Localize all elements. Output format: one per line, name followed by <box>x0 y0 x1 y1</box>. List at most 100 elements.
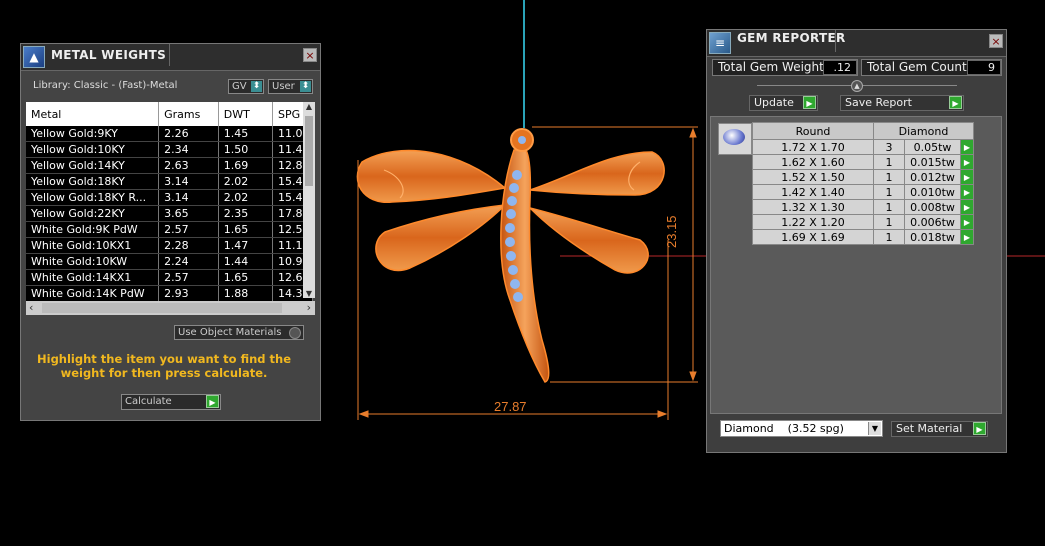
play-arrow-icon[interactable]: ▶ <box>960 199 974 215</box>
table-row[interactable]: Yellow Gold:10KY 2.34 1.50 11.45 <box>26 141 313 158</box>
gem-row[interactable]: 1.22 X 1.20 1 0.006tw ▶ <box>752 214 974 230</box>
play-arrow-icon[interactable]: ▶ <box>960 214 974 230</box>
gem-cell: 0.006tw <box>904 214 961 230</box>
table-cell: 1.45 <box>218 126 274 142</box>
play-arrow-icon[interactable]: ▶ <box>960 139 974 155</box>
scroll-down-icon[interactable]: ▼ <box>303 289 315 298</box>
set-material-button[interactable]: Set Material ▶ <box>891 421 988 437</box>
table-cell: 3.14 <box>158 173 219 190</box>
table-cell: 2.26 <box>158 126 219 142</box>
material-select[interactable]: Diamond (3.52 spg) ▼ <box>720 420 883 437</box>
play-arrow-icon[interactable]: ▶ <box>960 229 974 245</box>
play-arrow-icon[interactable]: ▶ <box>960 154 974 170</box>
close-icon[interactable]: × <box>303 48 317 62</box>
table-cell: White Gold:14K PdW <box>26 285 160 302</box>
dragonfly-model[interactable] <box>356 128 665 383</box>
table-cell: 2.02 <box>218 189 274 206</box>
scroll-left-icon[interactable]: ‹ <box>29 301 33 314</box>
total-gem-weight-value: .12 <box>823 60 857 75</box>
metal-weights-titlebar[interactable]: ▲ METAL WEIGHTS × <box>21 44 320 71</box>
column-header-round[interactable]: Round <box>752 122 874 140</box>
table-row[interactable]: White Gold:10KW 2.24 1.44 10.99 <box>26 253 313 270</box>
use-object-materials-toggle[interactable]: Use Object Materials <box>174 325 304 340</box>
table-cell: Yellow Gold:9KY <box>26 126 160 142</box>
table-cell: White Gold:9K PdW <box>26 221 160 238</box>
table-row[interactable]: Yellow Gold:18KY 3.14 2.02 15.41 <box>26 173 313 190</box>
column-header-grams[interactable]: Grams <box>158 102 219 126</box>
gem-cell: 0.008tw <box>904 199 961 215</box>
update-button[interactable]: Update ▶ <box>749 95 818 111</box>
table-cell: Yellow Gold:14KY <box>26 157 160 174</box>
table-cell: 1.65 <box>218 221 274 238</box>
scroll-thumb[interactable] <box>305 116 313 186</box>
gem-reporter-title: GEM REPORTER <box>737 31 846 45</box>
gem-reporter-titlebar[interactable]: ≡ GEM REPORTER × <box>707 30 1006 57</box>
column-header-metal[interactable]: Metal <box>26 102 160 126</box>
dropdown-icon: ⬍ <box>300 81 311 92</box>
gem-cell: 0.05tw <box>904 139 961 155</box>
table-row[interactable]: White Gold:14K PdW 2.93 1.88 14.37 <box>26 285 313 302</box>
gem-row[interactable]: 1.42 X 1.40 1 0.010tw ▶ <box>752 184 974 200</box>
table-cell: Yellow Gold:18KY R... <box>26 189 160 206</box>
gem-cell: 1.69 X 1.69 <box>752 229 874 245</box>
table-cell: 1.65 <box>218 269 274 286</box>
table-row[interactable]: Yellow Gold:22KY 3.65 2.35 17.89 <box>26 205 313 222</box>
gem-shape-icon[interactable] <box>718 123 752 155</box>
table-cell: 2.34 <box>158 141 219 158</box>
gem-cell: 0.018tw <box>904 229 961 245</box>
gem-row[interactable]: 1.32 X 1.30 1 0.008tw ▶ <box>752 199 974 215</box>
table-cell: White Gold:10KW <box>26 253 160 270</box>
height-dimension-label: 23.15 <box>664 215 679 248</box>
table-cell: Yellow Gold:18KY <box>26 173 160 190</box>
table-row[interactable]: White Gold:9K PdW 2.57 1.65 12.59 <box>26 221 313 238</box>
gem-row[interactable]: 1.62 X 1.60 1 0.015tw ▶ <box>752 154 974 170</box>
gem-cell: 1.22 X 1.20 <box>752 214 874 230</box>
gem-row[interactable]: 1.72 X 1.70 3 0.05tw ▶ <box>752 139 974 155</box>
column-header-dwt[interactable]: DWT <box>218 102 274 126</box>
collapse-toggle-icon[interactable]: ▲ <box>851 80 863 92</box>
gem-cell: 1.62 X 1.60 <box>752 154 874 170</box>
hscroll-thumb[interactable] <box>42 303 282 313</box>
table-row[interactable]: White Gold:14KX1 2.57 1.65 12.63 <box>26 269 313 286</box>
gem-row[interactable]: 1.52 X 1.50 1 0.012tw ▶ <box>752 169 974 185</box>
gem-table[interactable]: Round Diamond 1.72 X 1.70 3 0.05tw ▶ 1.62 X … <box>752 122 974 245</box>
library-label: Library: Classic - (Fast)-Metal <box>33 80 178 91</box>
calculate-button[interactable]: Calculate ▶ <box>121 394 221 410</box>
metal-weights-panel: ▲ METAL WEIGHTS × Library: Classic - (Fa… <box>20 43 321 421</box>
table-cell: 2.63 <box>158 157 219 174</box>
play-arrow-icon: ▶ <box>973 422 986 435</box>
user-dropdown[interactable]: User ⬍ <box>268 79 313 94</box>
table-cell: White Gold:14KX1 <box>26 269 160 286</box>
gem-row[interactable]: 1.69 X 1.69 1 0.018tw ▶ <box>752 229 974 245</box>
column-header-diamond[interactable]: Diamond <box>873 122 974 140</box>
table-cell: 3.14 <box>158 189 219 206</box>
table-cell: 2.57 <box>158 221 219 238</box>
table-cell: 2.28 <box>158 237 219 254</box>
table-row[interactable]: White Gold:10KX1 2.28 1.47 11.18 <box>26 237 313 254</box>
play-arrow-icon[interactable]: ▶ <box>960 184 974 200</box>
play-arrow-icon[interactable]: ▶ <box>960 169 974 185</box>
gem-cell: 0.010tw <box>904 184 961 200</box>
gem-cell: 1.52 X 1.50 <box>752 169 874 185</box>
table-row[interactable]: Yellow Gold:14KY 2.63 1.69 12.88 <box>26 157 313 174</box>
width-dimension-label: 27.87 <box>494 399 527 414</box>
toggle-circle-icon <box>289 327 301 339</box>
scroll-right-icon[interactable]: › <box>307 301 311 314</box>
dropdown-icon: ⬍ <box>251 81 262 92</box>
metal-table-hscroll[interactable]: ‹ › <box>26 301 315 315</box>
gem-cell: 0.012tw <box>904 169 961 185</box>
metal-table[interactable]: Metal Grams DWT SPG Yellow Gold:9KY 2.26 1… <box>26 102 313 302</box>
close-icon[interactable]: × <box>989 34 1003 48</box>
table-cell: 2.35 <box>218 205 274 222</box>
table-row[interactable]: Yellow Gold:18KY R... 3.14 2.02 15.41 <box>26 189 313 206</box>
table-cell: 2.24 <box>158 253 219 270</box>
table-cell: 2.93 <box>158 285 219 302</box>
scroll-up-icon[interactable]: ▲ <box>303 102 315 114</box>
save-report-button[interactable]: Save Report ▶ <box>840 95 964 111</box>
gv-dropdown[interactable]: GV ⬍ <box>228 79 264 94</box>
metal-table-vscroll[interactable]: ▲ ▼ <box>303 102 315 298</box>
gem-cell: 1 <box>873 229 905 245</box>
chevron-down-icon: ▼ <box>868 422 881 435</box>
table-row[interactable]: Yellow Gold:9KY 2.26 1.45 11.08 <box>26 126 313 142</box>
gem-cell: 1.42 X 1.40 <box>752 184 874 200</box>
